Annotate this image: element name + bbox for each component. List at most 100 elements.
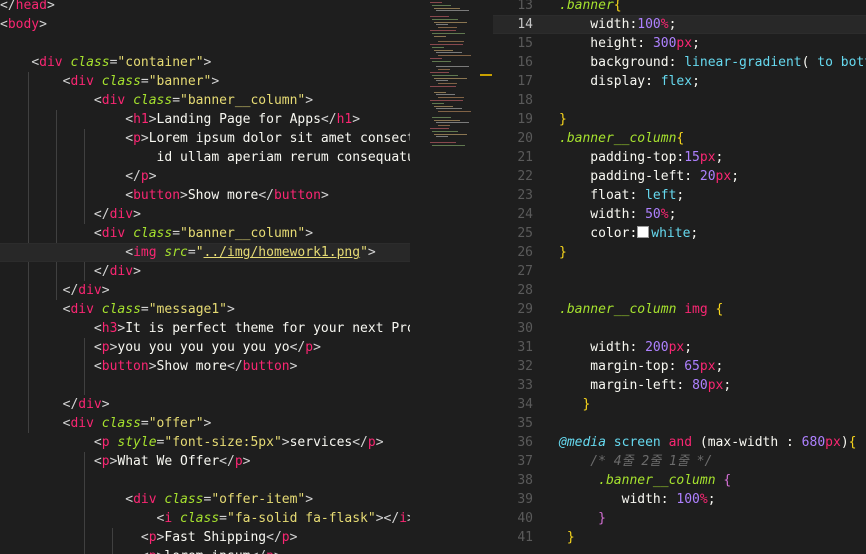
code-line[interactable]: <p>Fast Shipping</p> <box>0 528 410 547</box>
minimap-line <box>436 24 448 26</box>
code-line[interactable]: </p> <box>0 167 410 186</box>
code-line[interactable]: <div class="banner"> <box>0 72 410 91</box>
minimap-line <box>438 69 450 71</box>
minimap-line <box>436 52 462 54</box>
line-number: 18 <box>517 93 533 108</box>
code-line[interactable]: .banner__column{ <box>559 129 684 148</box>
code-line[interactable]: padding-left: 20px; <box>559 167 739 186</box>
code-line[interactable]: <h3>It is perfect theme for your next Pr… <box>0 319 410 338</box>
code-line[interactable]: <body> <box>0 15 410 34</box>
line-number: 37 <box>517 454 533 469</box>
minimap-line <box>438 41 464 43</box>
minimap-line <box>436 66 469 68</box>
code-line[interactable]: .banner__column { <box>559 471 731 490</box>
code-line[interactable]: /* 4줄 2줄 1줄 */ <box>559 452 712 471</box>
line-number: 13 <box>517 0 533 13</box>
code-line[interactable]: <p>you you you you you yo</p> <box>0 338 410 357</box>
code-line[interactable]: <p>What We Offer</p> <box>0 452 410 471</box>
code-line[interactable]: <div class="message1"> <box>0 300 410 319</box>
line-number: 39 <box>517 492 533 507</box>
code-line[interactable]: <p style="font-size:5px">services</p> <box>0 433 410 452</box>
minimap-line <box>432 74 458 76</box>
minimap[interactable] <box>424 0 492 160</box>
minimap-line <box>438 55 471 57</box>
line-number: 38 <box>517 473 533 488</box>
color-swatch[interactable] <box>637 226 650 238</box>
code-line[interactable]: margin-top: 65px; <box>559 357 723 376</box>
code-line[interactable]: width:100%; <box>559 15 676 34</box>
code-line[interactable]: <div class="offer-item"> <box>0 490 410 509</box>
minimap-line <box>438 27 457 29</box>
line-number: 22 <box>517 169 533 184</box>
code-line[interactable]: } <box>559 243 567 262</box>
code-line[interactable]: </div> <box>0 262 410 281</box>
code-line[interactable]: <p>lorem ipsum</p> <box>0 547 410 554</box>
minimap-line <box>430 16 449 17</box>
minimap-line <box>434 7 460 9</box>
code-line[interactable]: width: 100%; <box>559 490 716 509</box>
line-number: 21 <box>517 150 533 165</box>
code-line[interactable]: height: 300px; <box>559 34 700 53</box>
code-line[interactable]: } <box>559 395 590 414</box>
line-number: 16 <box>517 55 533 70</box>
code-line[interactable]: <div class="banner__column"> <box>0 91 410 110</box>
css-editor-pane[interactable]: 13 .banner{14 width:100%; 15 height: 300px… <box>493 0 866 554</box>
minimap-line <box>432 130 458 132</box>
minimap-line <box>432 102 444 104</box>
html-editor-pane[interactable]: </head> <body> <div class="container"> <d… <box>0 0 493 554</box>
minimap-line <box>432 60 451 62</box>
code-line[interactable]: <div class="container"> <box>0 53 410 72</box>
minimap-line <box>430 30 456 31</box>
minimap-scroll-marker[interactable] <box>480 74 492 76</box>
code-line[interactable] <box>0 471 410 490</box>
code-line[interactable]: .banner__column img { <box>559 300 723 319</box>
code-line[interactable]: </div> <box>0 395 410 414</box>
code-line[interactable]: padding-top:15px; <box>559 148 723 167</box>
code-line[interactable]: } <box>559 509 606 528</box>
line-number: 36 <box>517 435 533 450</box>
minimap-line <box>430 72 449 73</box>
minimap-line <box>434 119 460 121</box>
code-line[interactable]: display: flex; <box>559 72 700 91</box>
code-line[interactable] <box>0 376 410 395</box>
code-line[interactable]: float: left; <box>559 186 684 205</box>
minimap-line <box>432 18 458 20</box>
code-line[interactable]: id ullam aperiam rerum consequatur reici… <box>0 148 410 167</box>
line-number: 27 <box>517 264 533 279</box>
minimap-line <box>432 116 451 118</box>
minimap-line <box>430 86 456 87</box>
code-line[interactable]: <img src="../img/homework1.png"> <box>0 243 410 262</box>
line-number: 25 <box>517 226 533 241</box>
code-line[interactable]: <button>Show more</button> <box>0 357 410 376</box>
code-line[interactable]: </div> <box>0 205 410 224</box>
code-line[interactable]: margin-left: 80px; <box>559 376 731 395</box>
code-line[interactable]: <i class="fa-solid fa-flask"></i> <box>0 509 410 528</box>
code-line[interactable]: <button>Show more</button> <box>0 186 410 205</box>
code-line[interactable]: .banner{ <box>559 0 622 15</box>
code-line[interactable]: width: 200px; <box>559 338 692 357</box>
minimap-line <box>436 94 455 96</box>
line-number: 24 <box>517 207 533 222</box>
minimap-line <box>430 128 449 129</box>
minimap-line <box>438 83 457 85</box>
code-line[interactable]: </head> <box>0 0 410 15</box>
code-line[interactable]: } <box>559 528 575 547</box>
line-number: 17 <box>517 74 533 89</box>
line-number: 20 <box>517 131 533 146</box>
code-line[interactable] <box>0 34 410 53</box>
minimap-line <box>434 91 446 93</box>
code-line[interactable]: <div class="offer"> <box>0 414 410 433</box>
code-line[interactable]: background: linear-gradient( to bottom, … <box>559 53 866 72</box>
code-line[interactable]: color: white; <box>559 224 698 243</box>
code-line[interactable]: <div class="banner__column"> <box>0 224 410 243</box>
code-line[interactable]: width: 50%; <box>559 205 676 224</box>
code-line[interactable]: </div> <box>0 281 410 300</box>
minimap-line <box>436 108 462 110</box>
code-line[interactable]: @media screen and (max-width : 680px){ <box>559 433 856 452</box>
line-number: 23 <box>517 188 533 203</box>
code-line[interactable]: } <box>559 110 567 129</box>
code-line[interactable]: <p>Lorem ipsum dolor sit amet consectetu… <box>0 129 410 148</box>
code-line[interactable]: <h1>Landing Page for Apps</h1> <box>0 110 410 129</box>
minimap-line <box>430 44 463 45</box>
minimap-line <box>434 133 467 135</box>
